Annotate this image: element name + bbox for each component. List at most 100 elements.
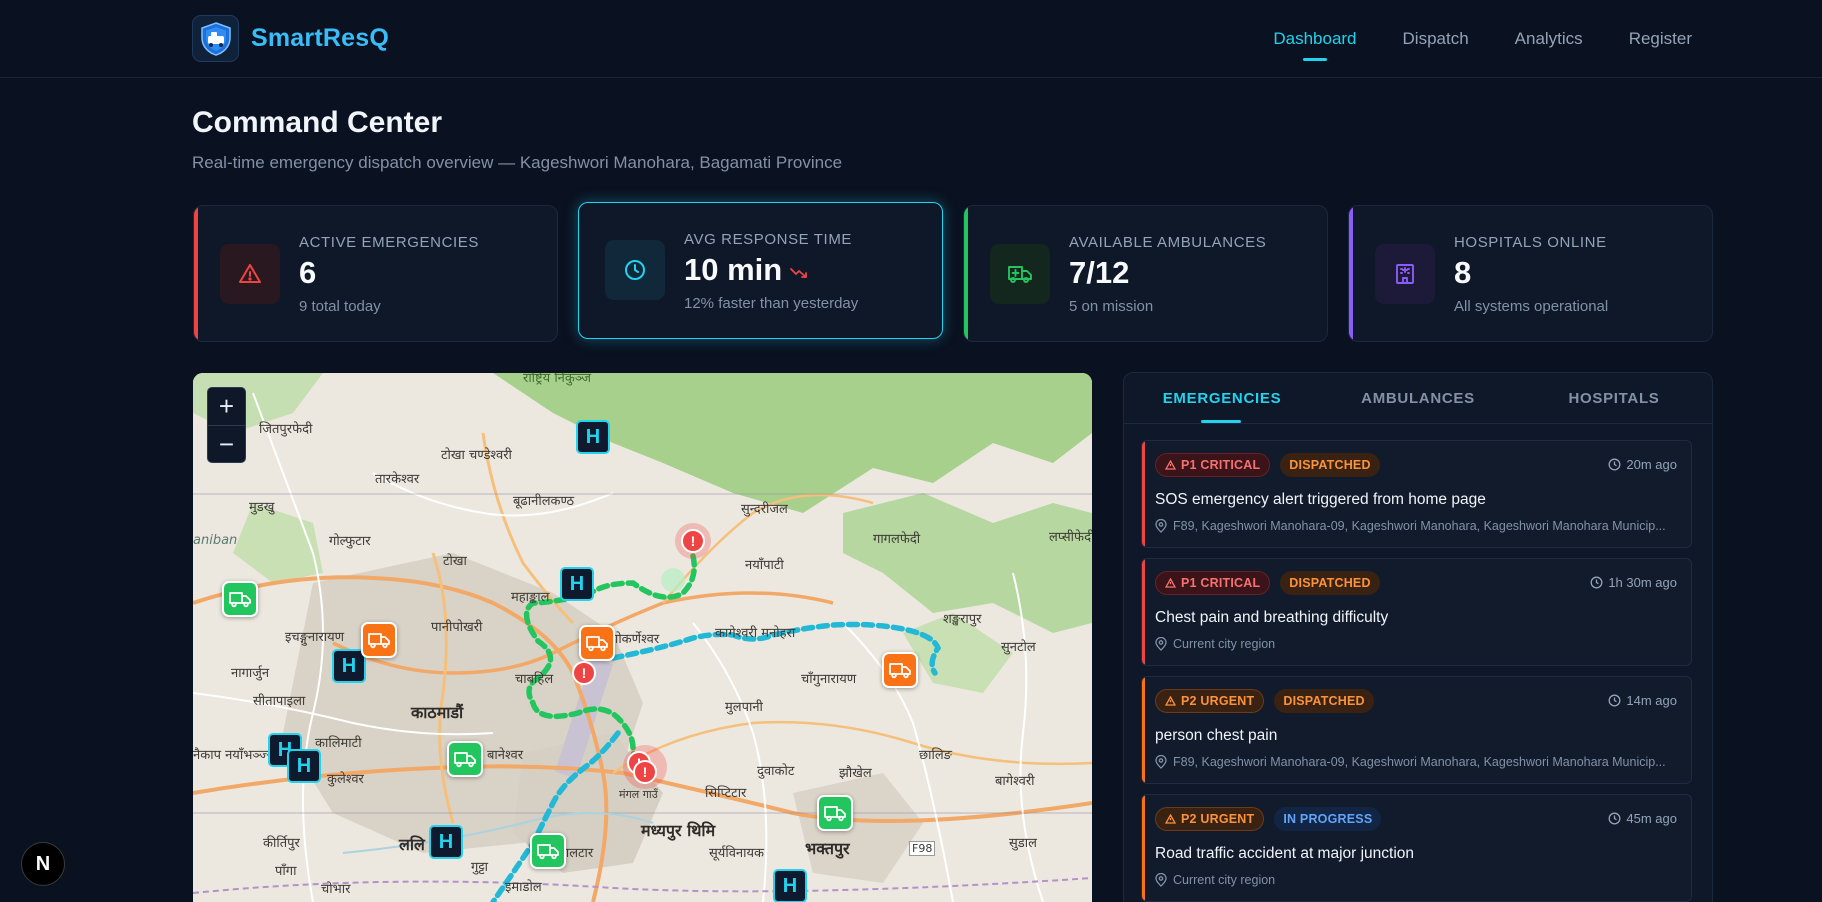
map-pin-icon — [1155, 755, 1167, 769]
emergency-title: SOS emergency alert triggered from home … — [1155, 491, 1486, 508]
map-label: बानेश्वर — [487, 748, 524, 763]
hospital-marker[interactable]: H — [773, 869, 807, 902]
map-label: कागेश्वरी मनोहरा — [715, 626, 796, 641]
priority-edge — [1142, 441, 1145, 547]
map-label: मुडखु — [249, 500, 275, 515]
stat-value: 8 — [1454, 255, 1471, 291]
map-label: बूढानीलकण्ठ — [513, 494, 575, 509]
hospital-building-icon — [1375, 244, 1435, 304]
location-text: F89, Kageshwori Manohara-09, Kageshwori … — [1173, 519, 1666, 533]
map-label: शङ्खरापुर — [943, 612, 982, 627]
hospital-marker[interactable]: H — [560, 567, 594, 601]
map-label: नागार्जुन — [231, 666, 270, 681]
priority-edge — [1142, 677, 1145, 783]
top-navbar: SmartResQ Dashboard Dispatch Analytics R… — [0, 0, 1822, 78]
stat-label: AVAILABLE AMBULANCES — [1069, 234, 1267, 251]
emergency-alert-marker[interactable]: ! — [572, 661, 596, 685]
hospital-marker[interactable]: H — [429, 825, 463, 859]
map-label: महाङ्काल — [511, 590, 550, 605]
ambulance-marker-available[interactable] — [447, 741, 483, 777]
hospital-marker[interactable]: H — [576, 420, 610, 454]
brand-name: SmartResQ — [251, 24, 389, 52]
badge-row: P2 URGENT IN PROGRESS — [1155, 807, 1382, 831]
emergency-title: Chest pain and breathing difficulty — [1155, 609, 1389, 626]
time-text: 14m ago — [1626, 693, 1677, 708]
ambulance-marker-on-mission[interactable] — [579, 625, 615, 661]
nav-dashboard[interactable]: Dashboard — [1273, 29, 1357, 61]
map-label: मध्यपुर थिमि — [641, 821, 716, 840]
map-label: F98 — [909, 841, 936, 856]
stat-label: AVG RESPONSE TIME — [684, 231, 853, 248]
time-text: 20m ago — [1626, 457, 1677, 472]
map-label: गुट्टा — [471, 860, 489, 875]
priority-text: P2 URGENT — [1181, 812, 1255, 826]
emergency-time: 1h 30m ago — [1590, 575, 1677, 590]
dispatch-map[interactable]: राष्ट्रिय निकुञ्ज जितपुरफेदी टोखा चण्डेश… — [193, 373, 1092, 902]
tab-ambulances[interactable]: AMBULANCES — [1320, 373, 1516, 423]
stat-value: 6 — [299, 255, 316, 291]
emergency-card[interactable]: P2 URGENT DISPATCHED 14m ago person ches… — [1141, 676, 1692, 784]
ambulance-marker-available[interactable] — [222, 581, 258, 617]
emergency-alert-marker[interactable]: ! — [633, 760, 657, 784]
stat-value: 10 min — [684, 252, 808, 288]
map-label: लप्सीफेदी — [1049, 530, 1092, 545]
alert-triangle-icon — [1165, 814, 1176, 824]
stat-card-active-emergencies[interactable]: ACTIVE EMERGENCIES 6 9 total today — [193, 205, 558, 342]
nav-dispatch[interactable]: Dispatch — [1403, 29, 1469, 49]
brand[interactable]: SmartResQ — [192, 15, 389, 62]
map-label: सुन्दरीजल — [741, 502, 788, 517]
map-label: पानीपोखरी — [431, 620, 483, 635]
map-pin-icon — [1155, 519, 1167, 533]
ambulance-marker-available[interactable] — [530, 833, 566, 869]
emergency-card[interactable]: P2 URGENT IN PROGRESS 45m ago Road traff… — [1141, 794, 1692, 902]
map-label: चाँगुनारायण — [801, 672, 857, 687]
stat-sub: 12% faster than yesterday — [684, 295, 859, 312]
priority-text: P1 CRITICAL — [1181, 458, 1261, 472]
nextjs-dev-badge[interactable]: N — [21, 842, 65, 886]
map-label: भक्तपुर — [805, 839, 850, 858]
nav-analytics[interactable]: Analytics — [1515, 29, 1583, 49]
emergency-alert-marker[interactable]: ! — [681, 529, 705, 553]
map-label: मंगल गाउँ — [619, 788, 658, 801]
emergency-card[interactable]: P1 CRITICAL DISPATCHED 20m ago SOS emerg… — [1141, 440, 1692, 548]
ambulance-marker-on-mission[interactable] — [882, 652, 918, 688]
emergency-card[interactable]: P1 CRITICAL DISPATCHED 1h 30m ago Chest … — [1141, 558, 1692, 666]
card-accent — [964, 206, 968, 341]
stat-value: 7/12 — [1069, 255, 1129, 291]
nav-register[interactable]: Register — [1629, 29, 1692, 49]
panel-tabs: EMERGENCIES AMBULANCES HOSPITALS — [1124, 373, 1712, 424]
stat-card-available-ambulances[interactable]: AVAILABLE AMBULANCES 7/12 5 on mission — [963, 205, 1328, 342]
tab-emergencies[interactable]: EMERGENCIES — [1124, 373, 1320, 423]
stat-label: ACTIVE EMERGENCIES — [299, 234, 479, 251]
page-subtitle: Real-time emergency dispatch overview — … — [192, 153, 843, 172]
stat-label: HOSPITALS ONLINE — [1454, 234, 1607, 251]
page-title: Command Center — [192, 106, 443, 139]
hospital-marker[interactable]: H — [287, 749, 321, 783]
status-badge: DISPATCHED — [1280, 571, 1380, 595]
ambulance-marker-available[interactable] — [817, 795, 853, 831]
map-label: कीर्तिपुर — [263, 836, 300, 851]
map-label: राष्ट्रिय निकुञ्ज — [523, 373, 592, 386]
stat-value-text: 6 — [299, 255, 317, 290]
zoom-in-button[interactable]: + — [208, 388, 245, 425]
ambulance-marker-on-mission[interactable] — [361, 622, 397, 658]
map-label: सूर्यविनायक — [709, 846, 765, 861]
map-label: कालिमाटी — [315, 736, 362, 751]
tab-hospitals[interactable]: HOSPITALS — [1516, 373, 1712, 423]
status-badge: DISPATCHED — [1280, 453, 1380, 477]
emergency-title: Road traffic accident at major junction — [1155, 845, 1415, 862]
nav-links: Dashboard Dispatch Analytics Register — [1273, 0, 1692, 78]
zoom-out-button[interactable]: − — [208, 425, 245, 462]
map-label: सीतापाइला — [253, 694, 306, 709]
map-label: बागेश्वरी — [995, 774, 1035, 789]
shield-ambulance-icon — [192, 15, 239, 62]
map-label: मुलपानी — [725, 700, 763, 715]
map-label: छालिङ — [919, 748, 952, 763]
stat-card-hospitals-online[interactable]: HOSPITALS ONLINE 8 All systems operation… — [1348, 205, 1713, 342]
alert-triangle-icon — [1165, 460, 1176, 470]
map-label: गोल्फुटार — [329, 534, 371, 549]
emergency-title: person chest pain — [1155, 727, 1278, 744]
stat-card-avg-response-time[interactable]: AVG RESPONSE TIME 10 min 12% faster than… — [578, 202, 943, 339]
priority-badge: P2 URGENT — [1155, 807, 1265, 831]
emergency-location: Current city region — [1155, 637, 1677, 651]
